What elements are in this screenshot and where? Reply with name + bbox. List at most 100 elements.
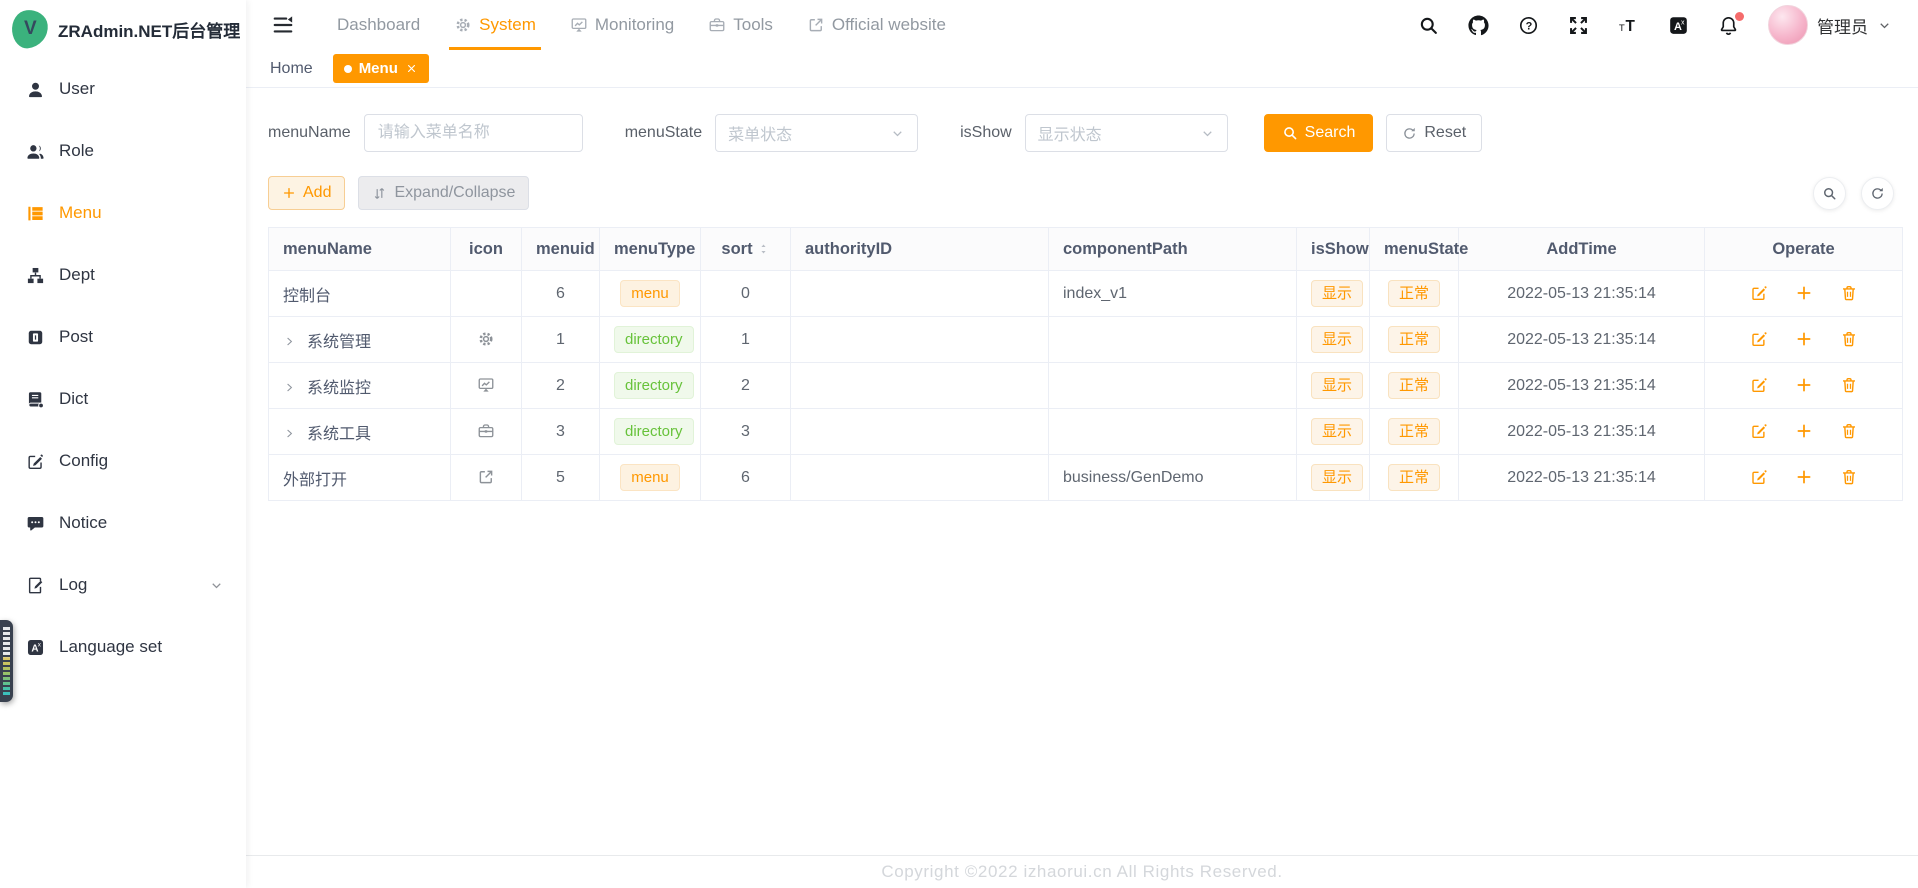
expand-collapse-icon — [372, 186, 387, 201]
add-child-button[interactable] — [1795, 376, 1813, 394]
search-button[interactable]: Search — [1264, 114, 1374, 152]
refresh-icon — [1402, 126, 1417, 141]
translate-icon[interactable]: Ax — [1668, 15, 1689, 36]
is-show-tag: 显示 — [1311, 280, 1363, 307]
sidebar-item-log[interactable]: Log — [0, 554, 246, 616]
tab-menu[interactable]: Menu — [333, 54, 429, 83]
cell-menu-name: 系统工具 — [269, 409, 451, 455]
sidebar: V ZRAdmin.NET后台管理 UserRole Menu DeptPostDi… — [0, 0, 246, 888]
column-header-label: icon — [469, 240, 503, 258]
show-search-button[interactable] — [1813, 177, 1846, 210]
sidebar-item-role[interactable]: Role — [0, 120, 246, 182]
add-child-button[interactable] — [1795, 468, 1813, 486]
font-size-icon[interactable]: TT — [1618, 15, 1639, 36]
column-header-label: sort — [721, 240, 752, 258]
search-icon — [1822, 186, 1837, 201]
sidebar-item-config[interactable]: Config — [0, 430, 246, 492]
is-show-select[interactable]: 显示状态 — [1025, 114, 1228, 152]
cell-is-show: 显示 — [1297, 455, 1370, 501]
table-toolbar: Add Expand/Collapse — [268, 176, 1902, 210]
delete-row-button[interactable] — [1840, 284, 1858, 302]
menu-type-tag: directory — [614, 418, 694, 445]
menu-table: menuNameiconmenuidmenuTypesortauthorityI… — [268, 227, 1903, 501]
sidebar-item-dept[interactable]: Dept — [0, 244, 246, 306]
column-header-sort[interactable]: sort — [701, 228, 791, 271]
edit-row-button[interactable] — [1750, 468, 1768, 486]
sidebar-item-language-set[interactable]: AxLanguage set — [0, 616, 246, 678]
sidebar-item-menu[interactable]: Menu — [0, 182, 246, 244]
nav-item-dashboard[interactable]: Dashboard — [320, 0, 437, 50]
chevron-right-icon[interactable] — [283, 381, 296, 394]
cell-authority-id — [791, 271, 1049, 317]
nav-item-tools[interactable]: Tools — [691, 0, 790, 50]
theme-drawer-handle[interactable] — [0, 620, 13, 702]
edit-row-button[interactable] — [1750, 376, 1768, 394]
delete-row-button[interactable] — [1840, 422, 1858, 440]
cell-operate — [1705, 455, 1903, 501]
edit-row-button[interactable] — [1750, 330, 1768, 348]
copyright-text: Copyright ©2022 izhaorui.cn All Rights R… — [881, 862, 1282, 882]
cell-icon — [451, 271, 522, 317]
caret-sort-icon[interactable] — [757, 241, 770, 257]
cell-is-show: 显示 — [1297, 363, 1370, 409]
sidebar-menu: UserRole Menu DeptPostDictConfig Notice Log A… — [0, 58, 246, 678]
sidebar-item-label: Menu — [59, 203, 102, 223]
cell-is-show: 显示 — [1297, 317, 1370, 363]
main-column: DashboardSystemMonitoringToolsOfficial w… — [246, 0, 1918, 888]
theme-drawer-stripes — [3, 627, 10, 695]
menu-state-select[interactable]: 菜单状态 — [715, 114, 918, 152]
sidebar-item-notice[interactable]: Notice — [0, 492, 246, 554]
sidebar-item-dict[interactable]: Dict — [0, 368, 246, 430]
is-show-tag: 显示 — [1311, 326, 1363, 353]
column-header-operate: Operate — [1705, 228, 1903, 271]
logo-row[interactable]: V ZRAdmin.NET后台管理 — [0, 0, 246, 48]
add-child-button[interactable] — [1795, 422, 1813, 440]
collapse-sidebar-icon[interactable] — [272, 14, 294, 36]
tab-home[interactable]: Home — [270, 60, 313, 78]
question-icon[interactable]: ? — [1518, 15, 1539, 36]
sidebar-item-label: Log — [59, 575, 87, 595]
cell-icon — [451, 317, 522, 363]
menu-name-input[interactable] — [364, 114, 583, 152]
sidebar-item-post[interactable]: Post — [0, 306, 246, 368]
add-button-label: Add — [303, 184, 331, 202]
bell-icon[interactable] — [1718, 15, 1739, 36]
plus-icon — [282, 186, 296, 200]
chevron-right-icon[interactable] — [283, 427, 296, 440]
column-header-label: AddTime — [1546, 240, 1616, 258]
column-header-menuid: menuid — [522, 228, 600, 271]
nav-item-system[interactable]: System — [437, 0, 553, 50]
chevron-down-icon — [1200, 126, 1215, 141]
edit-row-button[interactable] — [1750, 284, 1768, 302]
reset-button[interactable]: Reset — [1386, 114, 1482, 152]
github-icon[interactable] — [1468, 15, 1489, 36]
notification-badge — [1735, 12, 1744, 21]
navbar-right-icons: ? TT Ax — [1418, 15, 1739, 36]
edit-row-button[interactable] — [1750, 422, 1768, 440]
add-button[interactable]: Add — [268, 176, 345, 210]
column-header-label: Operate — [1772, 240, 1834, 258]
cell-add-time: 2022-05-13 21:35:14 — [1459, 455, 1705, 501]
sidebar-item-user[interactable]: User — [0, 58, 246, 120]
add-child-button[interactable] — [1795, 284, 1813, 302]
fullscreen-icon[interactable] — [1568, 15, 1589, 36]
expand-collapse-button[interactable]: Expand/Collapse — [358, 176, 529, 210]
nav-item-official-website[interactable]: Official website — [790, 0, 963, 50]
avatar[interactable] — [1768, 5, 1808, 45]
chevron-right-icon[interactable] — [283, 335, 296, 348]
nav-item-monitoring[interactable]: Monitoring — [553, 0, 691, 50]
cell-authority-id — [791, 317, 1049, 363]
column-header-menutype: menuType — [600, 228, 701, 271]
search-icon[interactable] — [1418, 15, 1439, 36]
add-child-button[interactable] — [1795, 330, 1813, 348]
delete-row-button[interactable] — [1840, 330, 1858, 348]
delete-row-button[interactable] — [1840, 376, 1858, 394]
user-menu[interactable]: 管理员 — [1768, 5, 1892, 45]
cell-component-path — [1049, 409, 1297, 455]
close-icon[interactable] — [405, 62, 418, 75]
sidebar-item-label: Notice — [59, 513, 107, 533]
refresh-table-button[interactable] — [1861, 177, 1894, 210]
delete-row-button[interactable] — [1840, 468, 1858, 486]
cell-icon — [451, 455, 522, 501]
cell-menu-name: 系统管理 — [269, 317, 451, 363]
